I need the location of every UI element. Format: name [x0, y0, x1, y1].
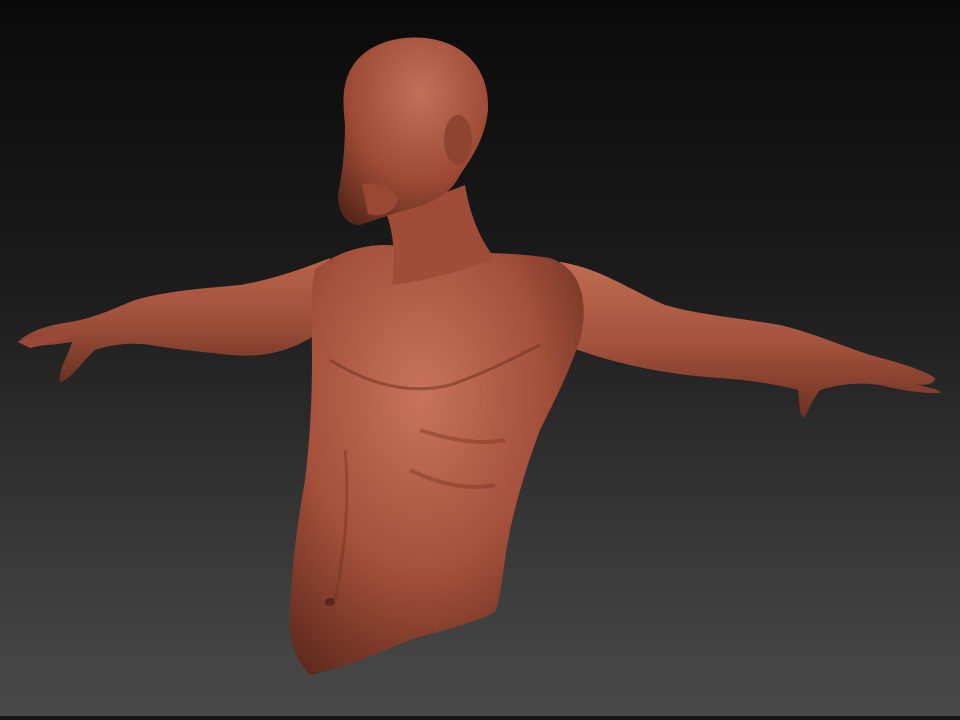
sculpt-model-render[interactable] [0, 0, 960, 720]
torso [289, 244, 584, 675]
ear [444, 115, 472, 165]
right-arm [555, 262, 941, 418]
viewport-bottom-edge [0, 716, 960, 720]
3d-viewport[interactable] [0, 0, 960, 720]
left-arm [18, 258, 330, 382]
navel [325, 598, 335, 606]
